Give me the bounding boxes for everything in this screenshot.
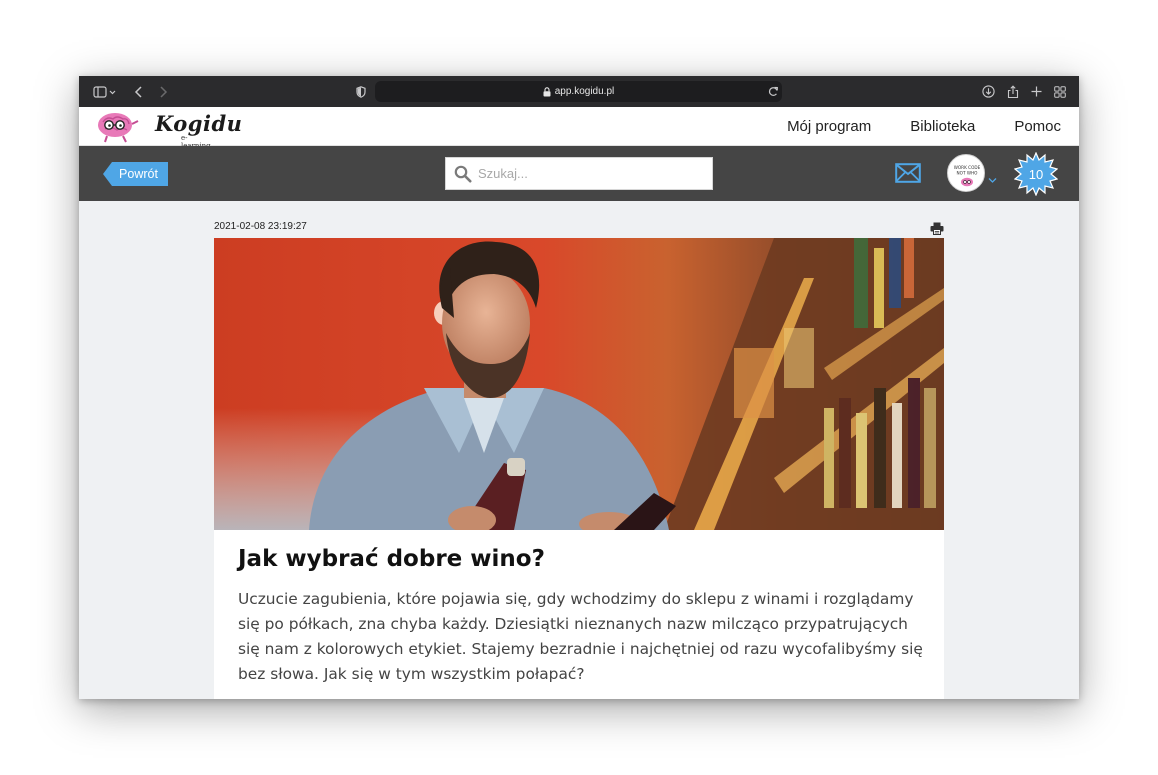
nav-item-library[interactable]: Biblioteka bbox=[910, 118, 975, 135]
article-hero-image bbox=[214, 238, 944, 530]
back-button[interactable]: Powrót bbox=[103, 162, 168, 186]
url-field[interactable]: app.kogidu.pl bbox=[375, 81, 782, 102]
main-nav: Mój program Biblioteka Pomoc bbox=[748, 107, 1061, 146]
search-input[interactable] bbox=[478, 166, 698, 181]
chevron-down-icon[interactable] bbox=[988, 169, 997, 188]
avatar-image: WORK CODE NOT WHO bbox=[954, 165, 981, 187]
reload-icon[interactable] bbox=[766, 76, 780, 107]
chevron-right-icon[interactable] bbox=[155, 76, 171, 107]
plus-icon[interactable] bbox=[1029, 76, 1043, 107]
points-count: 10 bbox=[1028, 166, 1044, 182]
mail-icon[interactable] bbox=[895, 163, 921, 187]
article-title: Jak wybrać dobre wino? bbox=[238, 546, 545, 572]
avatar[interactable]: WORK CODE NOT WHO bbox=[947, 154, 985, 192]
browser-window: app.kogidu.pl Kogidu e- Mój program Bibl… bbox=[79, 76, 1079, 699]
print-icon[interactable] bbox=[930, 220, 944, 239]
chevron-left-icon[interactable] bbox=[131, 76, 147, 107]
nav-item-my-program[interactable]: Mój program bbox=[787, 118, 871, 135]
brain-mascot-icon bbox=[98, 113, 139, 143]
article-meta: 2021-02-08 23:19:27 bbox=[214, 216, 944, 236]
svg-text:WORK CODE: WORK CODE bbox=[954, 165, 981, 170]
shield-icon[interactable] bbox=[353, 76, 369, 107]
tab-overview-icon[interactable] bbox=[1053, 76, 1067, 107]
article-date: 2021-02-08 23:19:27 bbox=[214, 221, 307, 232]
logo-text: Kogidu bbox=[155, 111, 243, 136]
download-icon[interactable] bbox=[980, 76, 996, 107]
url-text: app.kogidu.pl bbox=[554, 86, 615, 97]
wine-shopper-photo bbox=[214, 238, 944, 530]
app-toolbar: Powrót WORK CODE NOT WHO bbox=[79, 146, 1079, 201]
article-card: Jak wybrać dobre wino? Uczucie zagubieni… bbox=[214, 530, 944, 699]
article-lead: Uczucie zagubienia, które pojawia się, g… bbox=[238, 590, 923, 683]
points-badge[interactable]: 10 bbox=[1013, 151, 1059, 197]
kogidu-logo[interactable]: Kogidu e-learning bbox=[95, 110, 242, 150]
site-header: Kogidu e-learning Mój program Biblioteka… bbox=[79, 107, 1079, 150]
search-box[interactable] bbox=[445, 157, 713, 190]
nav-item-help[interactable]: Pomoc bbox=[1014, 118, 1061, 135]
svg-text:NOT WHO: NOT WHO bbox=[957, 171, 979, 176]
search-icon bbox=[454, 165, 472, 183]
sidebar-icon[interactable] bbox=[91, 76, 119, 107]
share-icon[interactable] bbox=[1005, 76, 1021, 107]
browser-toolbar: app.kogidu.pl bbox=[79, 76, 1079, 107]
lock-icon bbox=[543, 86, 551, 97]
